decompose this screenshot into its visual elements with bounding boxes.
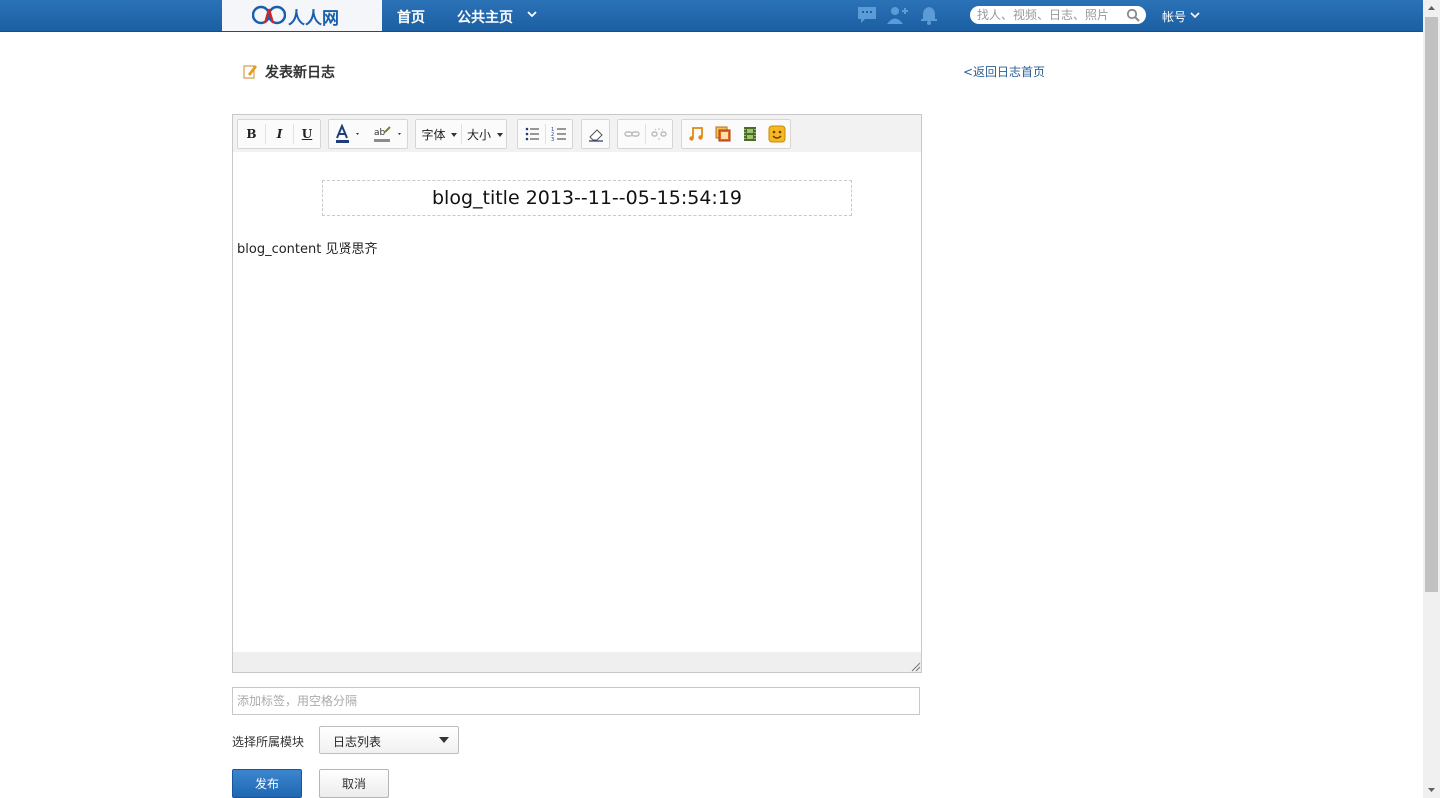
insert-video-button[interactable] xyxy=(736,120,763,148)
blog-title-field[interactable]: blog_title 2013--11--05-15:54:19 xyxy=(322,180,852,216)
editor-toolbar: B I U ab 字体 大小 1 2 3 xyxy=(233,115,921,152)
back-to-blog-home-link[interactable]: <返回日志首页 xyxy=(963,63,1045,80)
scrollbar-thumb[interactable] xyxy=(1425,17,1438,592)
scroll-up-arrow-icon[interactable] xyxy=(1423,0,1440,17)
media-group xyxy=(681,119,791,149)
logo-text: 人人网 xyxy=(288,9,339,29)
resize-grip-icon[interactable] xyxy=(911,662,921,672)
top-navigation-bar xyxy=(0,0,1423,32)
page-title: 发表新日志 xyxy=(265,65,335,81)
highlight-icon: ab xyxy=(374,126,401,142)
rich-text-editor: B I U ab 字体 大小 1 2 3 blog_title 2013--11… xyxy=(232,114,922,673)
highlight-color-button[interactable]: ab xyxy=(367,120,407,148)
chevron-down-icon[interactable] xyxy=(526,8,538,20)
chat-icon[interactable] xyxy=(856,5,878,25)
scroll-down-arrow-icon[interactable] xyxy=(1423,781,1440,798)
clear-format-button[interactable] xyxy=(582,120,609,148)
search-input[interactable] xyxy=(977,6,1117,24)
publish-button[interactable]: 发布 xyxy=(232,769,302,798)
insert-emoticon-button[interactable] xyxy=(763,120,790,148)
svg-text:3: 3 xyxy=(551,137,554,142)
color-group: ab xyxy=(328,119,408,149)
font-size-dropdown[interactable]: 大小 xyxy=(462,120,506,148)
font-color-button[interactable] xyxy=(329,120,367,148)
smiley-icon xyxy=(768,125,785,143)
editor-content-area[interactable]: blog_title 2013--11--05-15:54:19 blog_co… xyxy=(233,152,921,652)
bullet-list-button[interactable] xyxy=(518,120,545,148)
numbered-list-button[interactable]: 1 2 3 xyxy=(546,120,572,148)
module-select[interactable]: 日志列表 xyxy=(319,726,459,754)
numbered-list-icon: 1 2 3 xyxy=(551,127,566,142)
link-group xyxy=(617,119,673,149)
link-icon xyxy=(623,131,640,137)
italic-button[interactable]: I xyxy=(266,120,293,148)
list-group: 1 2 3 xyxy=(517,119,573,149)
svg-text:ab: ab xyxy=(374,128,386,138)
eraser-icon xyxy=(588,129,603,142)
film-icon xyxy=(743,127,756,141)
caret-down-icon xyxy=(451,133,457,137)
insert-link-button[interactable] xyxy=(618,120,645,148)
music-note-icon xyxy=(688,127,703,141)
logo-mark-icon xyxy=(252,5,286,25)
nav-home-link[interactable]: 首页 xyxy=(397,7,425,27)
nav-public-pages-menu[interactable]: 公共主页 xyxy=(457,7,513,27)
write-blog-icon xyxy=(243,65,257,79)
module-select-value: 日志列表 xyxy=(333,735,382,749)
search-icon[interactable] xyxy=(1126,8,1140,22)
module-select-label: 选择所属模块 xyxy=(232,735,305,749)
image-icon xyxy=(715,126,730,142)
tags-input[interactable] xyxy=(232,687,920,715)
bold-button[interactable]: B xyxy=(238,120,265,148)
blog-content-text[interactable]: blog_content 见贤思齐 xyxy=(237,238,377,257)
logo[interactable]: 人人网 xyxy=(222,0,382,31)
text-style-group: B I U xyxy=(237,119,321,149)
cancel-button[interactable]: 取消 xyxy=(319,769,389,798)
underline-button[interactable]: U xyxy=(294,120,320,148)
notification-bell-icon[interactable] xyxy=(918,5,940,25)
remove-link-button[interactable] xyxy=(646,120,672,148)
font-family-dropdown[interactable]: 字体 xyxy=(416,120,461,148)
bullet-list-icon xyxy=(525,127,539,141)
chevron-down-icon[interactable] xyxy=(1190,10,1200,20)
editor-status-bar xyxy=(233,652,921,672)
font-group: 字体 大小 xyxy=(415,119,507,149)
insert-music-button[interactable] xyxy=(682,120,709,148)
font-color-icon xyxy=(336,124,359,143)
insert-image-button[interactable] xyxy=(709,120,736,148)
caret-down-icon xyxy=(497,133,503,137)
add-friend-icon[interactable] xyxy=(886,5,908,25)
caret-down-icon xyxy=(439,737,449,743)
unlink-icon xyxy=(651,128,667,140)
clear-format-group xyxy=(581,119,610,149)
account-menu[interactable]: 帐号 xyxy=(1162,8,1186,25)
